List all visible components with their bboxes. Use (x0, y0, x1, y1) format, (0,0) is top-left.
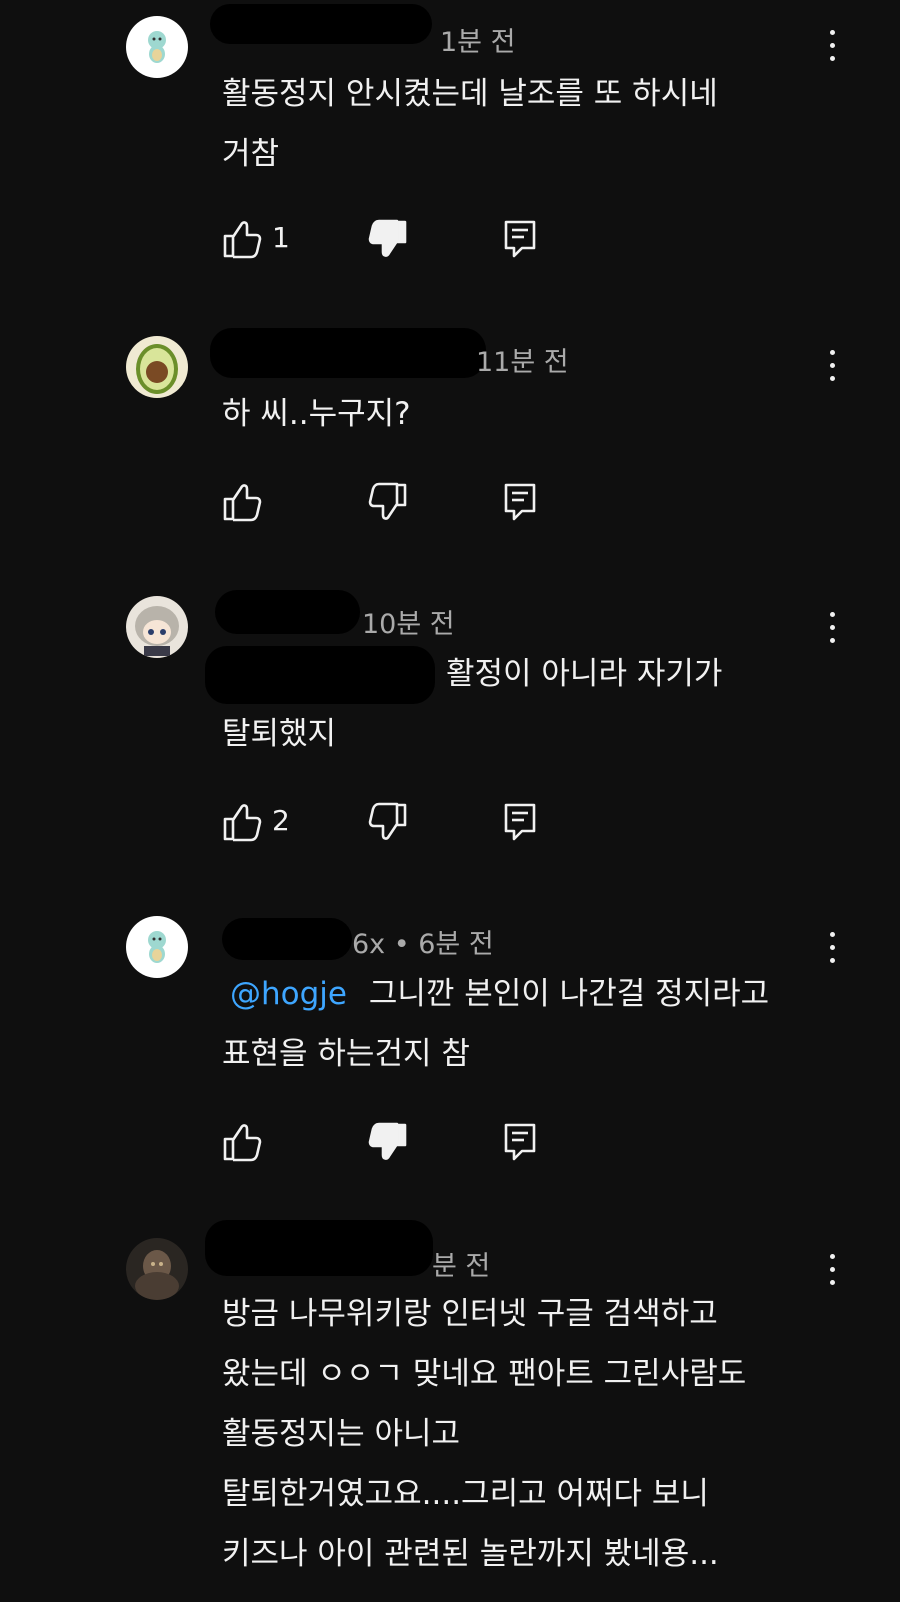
more-vertical-icon[interactable] (820, 346, 844, 386)
mention-link[interactable]: @hogje (230, 976, 347, 1012)
redacted-username (215, 590, 360, 634)
comment-text-line: 키즈나 아이 관련된 놀란까지 봤네용... (222, 1536, 719, 1572)
comment-actions: 1 (222, 217, 542, 261)
comment-actions: 2 (222, 800, 542, 844)
more-vertical-icon[interactable] (820, 608, 844, 648)
comment-text-line: 활정이 아니라 자기가 (446, 656, 723, 692)
comment-text-line: 활동정지는 아니고 (222, 1416, 461, 1452)
dark-character-avatar-icon (126, 1238, 188, 1300)
anime-girl-avatar-icon (126, 596, 188, 658)
comment-text-line: 탈퇴했지 (222, 716, 337, 752)
avatar[interactable] (126, 596, 188, 658)
comment-text-line: @hogje 그니깐 본인이 나간걸 정지라고 (222, 964, 769, 1024)
like-count: 1 (272, 221, 290, 254)
thumbs-up-icon[interactable] (222, 217, 262, 261)
comment-actions (222, 1120, 542, 1164)
comment-text-line: 거참 (222, 136, 280, 172)
comment-text-line: 하 씨..누구지? (222, 396, 411, 432)
redacted-username (210, 328, 486, 378)
comment-text-line: 탈퇴한거였고요....그리고 어쩌다 보니 (222, 1476, 709, 1512)
thumbs-down-icon[interactable] (368, 480, 408, 524)
reply-comment-icon[interactable] (500, 800, 540, 844)
comment-text-line: 표현을 하는건지 참 (222, 1036, 470, 1072)
thumbs-up-icon[interactable] (222, 800, 262, 844)
reply-comment-icon[interactable] (500, 480, 540, 524)
reply-comment-icon[interactable] (500, 1120, 540, 1164)
comment-actions (222, 480, 542, 524)
redacted-username (205, 1220, 433, 1276)
avatar[interactable] (126, 916, 188, 978)
comment-timestamp: 분 전 (432, 1251, 491, 1282)
thumbs-down-icon[interactable] (368, 1120, 408, 1164)
avatar[interactable] (126, 336, 188, 398)
comment-text-fragment: 그니깐 본인이 나간걸 정지라고 (368, 976, 770, 1012)
reply-comment-icon[interactable] (500, 217, 540, 261)
avatar[interactable] (126, 16, 188, 78)
squirtle-avatar-icon (126, 16, 188, 78)
squirtle-avatar-icon (126, 916, 188, 978)
thumbs-down-icon[interactable] (368, 217, 408, 261)
avatar[interactable] (126, 1238, 188, 1300)
redacted-username (210, 4, 432, 44)
comment-timestamp: 11분 전 (476, 347, 569, 378)
thumbs-up-icon[interactable] (222, 480, 262, 524)
thumbs-up-icon[interactable] (222, 1120, 262, 1164)
redacted-mention (205, 646, 435, 704)
thumbs-down-icon[interactable] (368, 800, 408, 844)
avocado-avatar-icon (126, 336, 188, 398)
comment-timestamp: 10분 전 (362, 609, 455, 640)
like-count: 2 (272, 804, 290, 837)
more-vertical-icon[interactable] (820, 928, 844, 968)
comment-timestamp: 1분 전 (440, 27, 516, 58)
redacted-username (222, 918, 352, 960)
more-vertical-icon[interactable] (820, 1250, 844, 1290)
comment-timestamp: 6x • 6분 전 (352, 929, 494, 960)
comment-text-line: 왔는데 ㅇㅇㄱ 맞네요 팬아트 그린사람도 (222, 1356, 747, 1392)
more-vertical-icon[interactable] (820, 26, 844, 66)
comment-text-line: 방금 나무위키랑 인터넷 구글 검색하고 (222, 1296, 718, 1332)
